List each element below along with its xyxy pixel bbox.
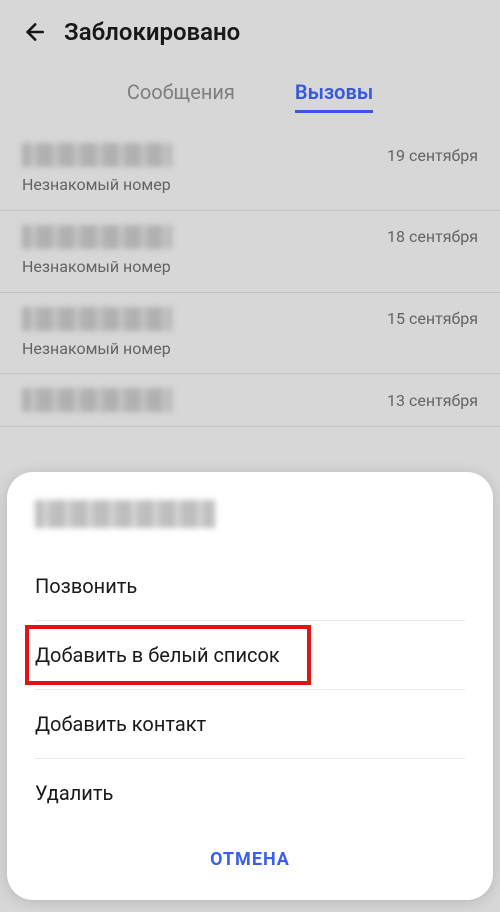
sheet-phone-number — [7, 496, 493, 552]
action-add-whitelist-label: Добавить в белый список — [35, 643, 280, 667]
action-call[interactable]: Позвонить — [7, 552, 493, 620]
action-delete[interactable]: Удалить — [7, 759, 493, 827]
action-add-whitelist[interactable]: Добавить в белый список — [7, 621, 493, 689]
phone-number-redacted — [35, 500, 215, 528]
cancel-button[interactable]: ОТМЕНА — [7, 827, 493, 884]
action-add-contact[interactable]: Добавить контакт — [7, 690, 493, 758]
action-sheet: Позвонить Добавить в белый список Добави… — [7, 472, 493, 900]
